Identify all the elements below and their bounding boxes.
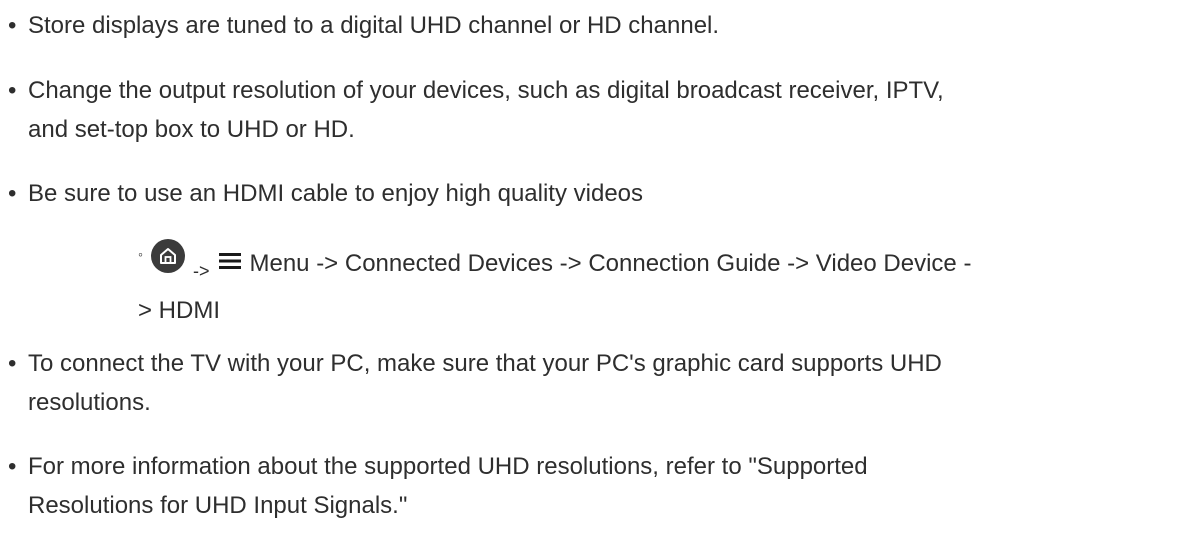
item-text: Store displays are tuned to a digital UH…	[28, 12, 720, 39]
bullet: •	[8, 350, 17, 377]
item-text: Change the output resolution of your dev…	[28, 77, 944, 104]
list-item: • For more information about the supporte…	[8, 447, 1178, 525]
item-text: resolutions.	[28, 389, 151, 416]
menu-icon	[219, 252, 242, 270]
item-text: and set-top box to UHD or HD.	[28, 116, 355, 143]
list-item: • To connect the TV with your PC, make su…	[8, 344, 1178, 422]
item-text: For more information about the supported…	[28, 453, 868, 480]
item-text: To connect the TV with your PC, make sur…	[28, 350, 942, 377]
bullet: •	[8, 12, 17, 39]
item-text: Be sure to use an HDMI cable to enjoy hi…	[28, 180, 644, 207]
sub-bullet: ◦	[138, 246, 143, 262]
document-body: • Store displays are tuned to a digital U…	[0, 0, 1189, 541]
menu-path-text: Menu -> Connected Devices -> Connection …	[249, 250, 972, 277]
list-item: • Change the output resolution of your de…	[8, 71, 1178, 149]
bullet: •	[8, 453, 17, 480]
list-item: • Be sure to use an HDMI cable to enjoy h…	[8, 174, 1178, 213]
list-item: • Store displays are tuned to a digital U…	[8, 6, 1178, 45]
bullet: •	[8, 180, 17, 207]
home-icon	[150, 239, 185, 273]
sub-list-item: ◦ -> Menu -> Connected Devices -> Connecti…	[138, 235, 1178, 330]
bullet: •	[8, 77, 17, 104]
menu-path-text: > HDMI	[138, 297, 221, 324]
arrow-text: ->	[192, 261, 210, 281]
item-text: Resolutions for UHD Input Signals."	[28, 492, 408, 519]
